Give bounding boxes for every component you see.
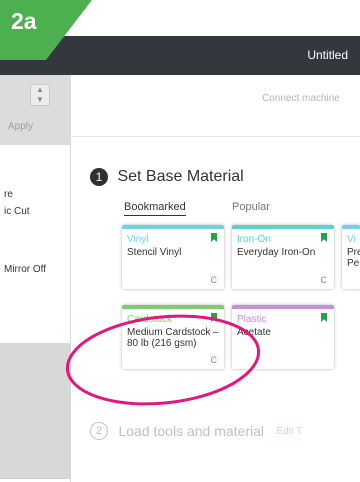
badge-label: 2a	[11, 8, 37, 34]
divider	[0, 478, 70, 479]
step-number: 2	[90, 422, 108, 440]
category-color-bar	[232, 305, 334, 309]
mirror-setting-label[interactable]: Mirror Off	[4, 264, 46, 275]
material-card-vinyl[interactable]: Vinyl Stencil Vinyl C	[122, 225, 224, 289]
card-material-name: Acetate	[237, 327, 271, 338]
card-category: Vi	[347, 234, 356, 245]
bookmark-icon[interactable]	[211, 233, 217, 242]
tab-popular[interactable]: Popular	[232, 201, 270, 213]
left-settings-panel: ▲ ▼ Apply re ic Cut Mirror Off	[0, 75, 71, 482]
step-title: Load tools and material	[118, 423, 264, 439]
screen: Untitled ▲ ▼ Apply re ic Cut Mirror Off C…	[0, 0, 360, 482]
step-1-header: 1 Set Base Material	[90, 168, 244, 186]
left-panel-gray-block	[0, 343, 70, 478]
document-title: Untitled	[307, 48, 348, 62]
card-category: Iron-On	[237, 234, 271, 245]
cut-icon: C	[210, 355, 218, 365]
card-material-name: Everyday Iron-On	[237, 247, 316, 258]
material-card-plastic[interactable]: Plastic Acetate	[232, 305, 334, 369]
step-title: Set Base Material	[117, 168, 244, 185]
apply-box: ▲ ▼ Apply	[0, 75, 70, 145]
cut-icon: C	[210, 275, 218, 285]
bookmark-icon[interactable]	[321, 313, 327, 322]
material-card-cardstock[interactable]: Cardstock Medium Cardstock – 80 lb (216 …	[122, 305, 224, 369]
left-panel-text-2: ic Cut	[4, 206, 30, 217]
category-color-bar	[232, 225, 334, 229]
bookmark-icon[interactable]	[321, 233, 327, 242]
apply-button[interactable]: Apply	[8, 121, 33, 132]
card-material-name: Pre Pe	[347, 247, 360, 269]
card-category: Cardstock	[127, 314, 173, 325]
card-category: Vinyl	[127, 234, 149, 245]
step-number: 1	[90, 168, 108, 186]
card-material-name: Stencil Vinyl	[127, 247, 182, 258]
divider	[71, 136, 360, 137]
material-card-iron-on[interactable]: Iron-On Everyday Iron-On C	[232, 225, 334, 289]
card-category: Plastic	[237, 314, 267, 325]
tab-bookmarked[interactable]: Bookmarked	[124, 201, 186, 216]
step-2-header: 2 Load tools and material Edit T	[90, 422, 302, 440]
left-panel-text-1: re	[4, 189, 13, 200]
category-color-bar	[122, 305, 224, 309]
category-color-bar	[122, 225, 224, 229]
connect-machine-link[interactable]: Connect machine	[262, 93, 340, 104]
edit-tools-link[interactable]: Edit T	[276, 426, 302, 437]
stepper-icon[interactable]: ▲ ▼	[30, 84, 50, 106]
card-material-name: Medium Cardstock – 80 lb (216 gsm)	[127, 327, 219, 349]
bookmark-icon[interactable]	[211, 313, 217, 322]
cut-icon: C	[320, 275, 328, 285]
material-card-partial[interactable]: Vi Pre Pe	[342, 225, 360, 289]
category-color-bar	[342, 225, 360, 229]
